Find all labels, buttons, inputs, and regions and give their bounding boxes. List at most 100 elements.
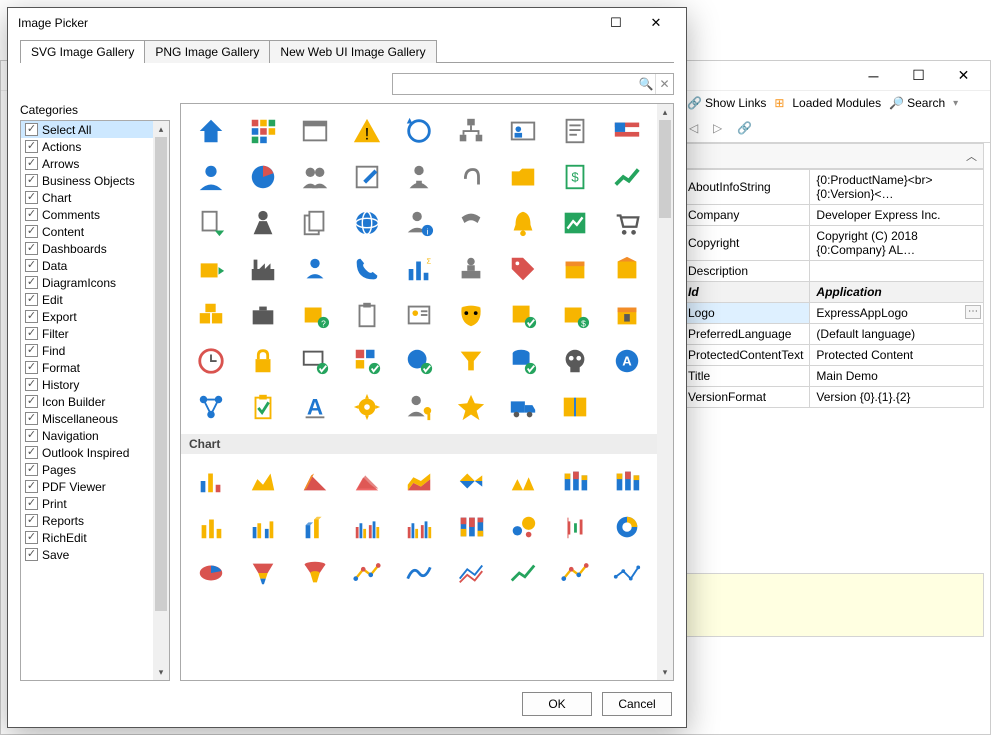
- clear-search-icon[interactable]: ✕: [655, 74, 673, 94]
- bar-stacked-b-icon[interactable]: [603, 460, 651, 502]
- clipboard-icon[interactable]: [343, 294, 391, 336]
- bars-grouped-b-icon[interactable]: [395, 506, 443, 548]
- checkbox-icon[interactable]: ✓: [25, 208, 38, 221]
- area-stack-icon[interactable]: [395, 460, 443, 502]
- bg-toolbar-dropdown[interactable]: ▾: [953, 98, 958, 109]
- org-chart-icon[interactable]: [447, 110, 495, 152]
- box-arrow-icon[interactable]: [187, 248, 235, 290]
- star-icon[interactable]: [447, 386, 495, 428]
- category-item[interactable]: ✓Export: [21, 308, 153, 325]
- category-item[interactable]: ✓Comments: [21, 206, 153, 223]
- categories-scrollbar[interactable]: ▴ ▾: [153, 121, 169, 680]
- candlestick-icon[interactable]: [551, 506, 599, 548]
- checkbox-icon[interactable]: ✓: [25, 140, 38, 153]
- money-doc-icon[interactable]: $: [551, 156, 599, 198]
- category-item[interactable]: ✓Arrows: [21, 155, 153, 172]
- dialog-titlebar[interactable]: Image Picker ☐ ✕: [8, 8, 686, 38]
- user-key-icon[interactable]: [395, 386, 443, 428]
- area-gap-icon[interactable]: [499, 460, 547, 502]
- category-item[interactable]: ✓Pages: [21, 461, 153, 478]
- search-input[interactable]: [393, 74, 637, 94]
- folder-open-icon[interactable]: [499, 156, 547, 198]
- scroll-thumb[interactable]: [155, 137, 167, 611]
- line-multi-icon[interactable]: [447, 552, 495, 594]
- checkbox-icon[interactable]: ✓: [25, 327, 38, 340]
- line-dots-b-icon[interactable]: [551, 552, 599, 594]
- doc-arrow-icon[interactable]: [187, 202, 235, 244]
- bars-colored-icon[interactable]: [187, 460, 235, 502]
- package-icon[interactable]: [551, 248, 599, 290]
- line-points-icon[interactable]: [603, 552, 651, 594]
- category-item[interactable]: ✓Dashboards: [21, 240, 153, 257]
- scroll-up-arrow[interactable]: ▴: [657, 104, 673, 120]
- scroll-down-arrow[interactable]: ▾: [153, 664, 169, 680]
- category-item[interactable]: ✓PDF Viewer: [21, 478, 153, 495]
- category-item[interactable]: ✓Data: [21, 257, 153, 274]
- line-trend-icon[interactable]: [499, 552, 547, 594]
- desk-user-icon[interactable]: [447, 248, 495, 290]
- checkbox-icon[interactable]: ✓: [25, 191, 38, 204]
- trend-up-icon[interactable]: [603, 156, 651, 198]
- prop-row[interactable]: AboutInfoString{0:ProductName}<br>{0:Ver…: [682, 170, 984, 205]
- checkbox-icon[interactable]: ✓: [25, 412, 38, 425]
- dialog-close-button[interactable]: ✕: [636, 9, 676, 37]
- prop-row[interactable]: PreferredLanguage(Default language): [682, 324, 984, 345]
- area3d-red-icon[interactable]: [291, 460, 339, 502]
- bars-100-icon[interactable]: [447, 506, 495, 548]
- cart-icon[interactable]: [603, 202, 651, 244]
- dialog-maximize-button[interactable]: ☐: [596, 9, 636, 37]
- checkbox-icon[interactable]: ✓: [25, 242, 38, 255]
- category-item[interactable]: ✓Content: [21, 223, 153, 240]
- shield-check-icon[interactable]: [499, 294, 547, 336]
- doc-copy-icon[interactable]: [291, 202, 339, 244]
- checkbox-icon[interactable]: ✓: [25, 480, 38, 493]
- prop-row[interactable]: VersionFormatVersion {0}.{1}.{2}: [682, 387, 984, 408]
- user-info-icon[interactable]: i: [395, 202, 443, 244]
- linked-icon[interactable]: 🔗: [737, 121, 753, 137]
- category-item[interactable]: ✓Edit: [21, 291, 153, 308]
- area3d-rose-icon[interactable]: [343, 460, 391, 502]
- warning-icon[interactable]: !: [343, 110, 391, 152]
- funnel-icon[interactable]: [239, 552, 287, 594]
- apps-grid-icon[interactable]: [239, 110, 287, 152]
- cancel-button[interactable]: Cancel: [602, 692, 672, 716]
- checkbox-icon[interactable]: ✓: [25, 310, 38, 323]
- compass-ok-icon[interactable]: [395, 340, 443, 382]
- prop-row[interactable]: CompanyDeveloper Express Inc.: [682, 205, 984, 226]
- box-help-icon[interactable]: ?: [291, 294, 339, 336]
- area-chart-icon[interactable]: [239, 460, 287, 502]
- contact-card-icon[interactable]: [395, 294, 443, 336]
- category-item[interactable]: ✓Navigation: [21, 427, 153, 444]
- loaded-modules-button[interactable]: ⊞ Loaded Modules: [774, 96, 881, 110]
- skull-icon[interactable]: [551, 340, 599, 382]
- users-icon[interactable]: [291, 156, 339, 198]
- bar-stats-icon[interactable]: Σ: [395, 248, 443, 290]
- checkbox-icon[interactable]: ✓: [25, 548, 38, 561]
- prop-row-selected[interactable]: LogoExpressAppLogo⋯: [682, 303, 984, 324]
- bars-cluster-icon[interactable]: [239, 506, 287, 548]
- truck-icon[interactable]: [499, 386, 547, 428]
- checkbox-icon[interactable]: ✓: [25, 276, 38, 289]
- checkbox-icon[interactable]: ✓: [25, 497, 38, 510]
- money-box-icon[interactable]: $: [551, 294, 599, 336]
- tab-svg-gallery[interactable]: SVG Image Gallery: [20, 40, 145, 63]
- line-smooth-icon[interactable]: [395, 552, 443, 594]
- category-item[interactable]: ✓Outlook Inspired: [21, 444, 153, 461]
- prop-value[interactable]: ExpressAppLogo⋯: [810, 303, 984, 324]
- checkbox-icon[interactable]: ✓: [25, 157, 38, 170]
- category-item[interactable]: ✓Chart: [21, 189, 153, 206]
- manager-icon[interactable]: [395, 156, 443, 198]
- prop-row[interactable]: Description: [682, 261, 984, 282]
- bubble-icon[interactable]: [499, 506, 547, 548]
- text-a-icon[interactable]: A: [291, 386, 339, 428]
- globe-icon[interactable]: [343, 202, 391, 244]
- ellipsis-button[interactable]: ⋯: [965, 305, 981, 319]
- bars-grouped-a-icon[interactable]: [343, 506, 391, 548]
- checkbox-icon[interactable]: ✓: [25, 225, 38, 238]
- category-item[interactable]: ✓Miscellaneous: [21, 410, 153, 427]
- bars-3-icon[interactable]: [187, 506, 235, 548]
- clock-icon[interactable]: [187, 340, 235, 382]
- parcel-icon[interactable]: [603, 248, 651, 290]
- secure-box-icon[interactable]: [603, 294, 651, 336]
- screen-ok-icon[interactable]: [291, 340, 339, 382]
